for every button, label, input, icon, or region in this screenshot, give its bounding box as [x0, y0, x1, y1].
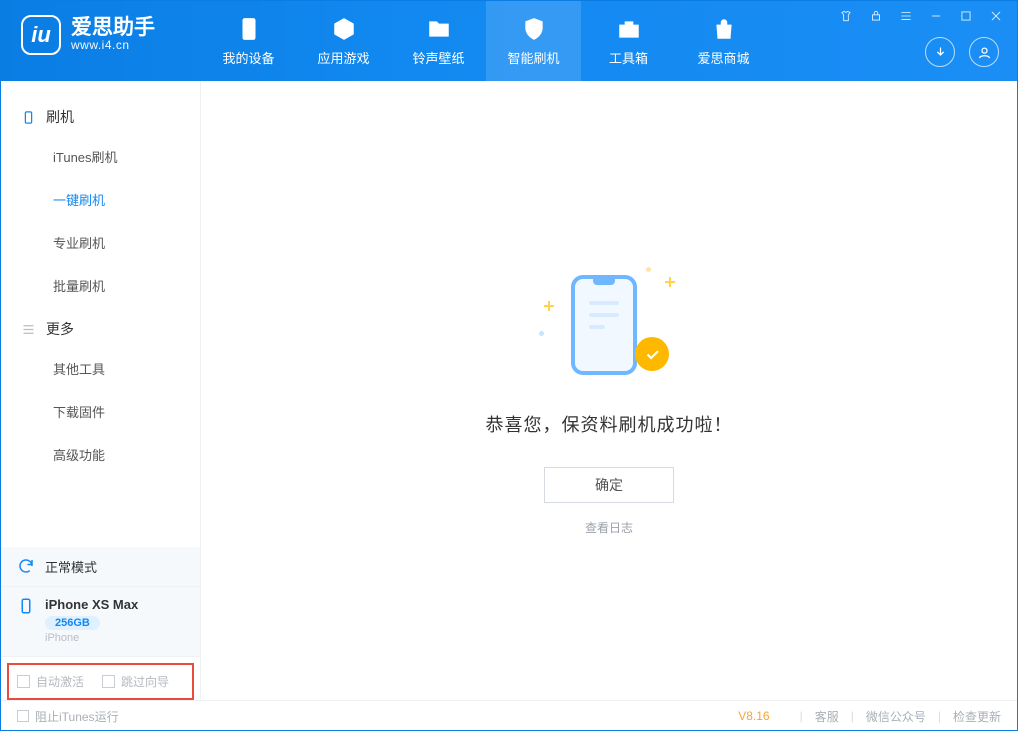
checkbox-icon — [17, 710, 29, 722]
minimize-icon[interactable] — [927, 7, 945, 25]
group-title: 刷机 — [46, 107, 74, 127]
main-tabs: 我的设备 应用游戏 铃声壁纸 智能刷机 工具箱 爱思商城 — [201, 1, 771, 81]
ok-button[interactable]: 确定 — [544, 467, 674, 503]
logo[interactable]: iu 爱思助手 www.i4.cn — [1, 1, 201, 55]
tab-label: 我的设备 — [222, 48, 274, 67]
checkbox-auto-activate[interactable]: 自动激活 — [17, 673, 84, 690]
version-label: V8.16 — [738, 709, 769, 723]
app-logo-icon: iu — [21, 15, 61, 55]
sidebar-item-advanced[interactable]: 高级功能 — [1, 433, 200, 476]
tab-label: 应用游戏 — [317, 48, 369, 67]
device-mode: 正常模式 — [45, 557, 188, 576]
phone-small-icon — [17, 597, 35, 615]
header-right-buttons — [925, 37, 999, 67]
sidebar-group-flash: 刷机 — [1, 95, 200, 135]
close-icon[interactable] — [987, 7, 1005, 25]
checkbox-icon — [17, 675, 30, 688]
bag-icon — [711, 16, 737, 42]
app-url: www.i4.cn — [71, 38, 155, 52]
cube-icon — [331, 16, 357, 42]
download-button[interactable] — [925, 37, 955, 67]
sidebar-item-one-click-flash[interactable]: 一键刷机 — [1, 178, 200, 221]
tab-label: 工具箱 — [609, 48, 648, 67]
group-title: 更多 — [46, 319, 74, 339]
device-name: iPhone XS Max — [45, 597, 188, 612]
options-row: 自动激活 跳过向导 — [7, 663, 194, 700]
checkbox-label: 跳过向导 — [121, 673, 169, 690]
footer: 阻止iTunes运行 V8.16 | 客服 | 微信公众号 | 检查更新 — [1, 700, 1017, 731]
sidebar-group-more: 更多 — [1, 307, 200, 347]
sidebar-item-download-firmware[interactable]: 下载固件 — [1, 390, 200, 433]
checkbox-block-itunes[interactable]: 阻止iTunes运行 — [17, 708, 119, 725]
device-mode-card[interactable]: 正常模式 — [1, 547, 200, 587]
phone-icon — [236, 16, 262, 42]
device-icon — [21, 110, 36, 125]
view-log-link[interactable]: 查看日志 — [585, 519, 633, 536]
support-link[interactable]: 客服 — [815, 708, 839, 725]
tab-label: 铃声壁纸 — [412, 48, 464, 67]
check-icon — [635, 337, 669, 371]
app-name: 爱思助手 — [71, 17, 155, 38]
tab-ringtones[interactable]: 铃声壁纸 — [391, 1, 486, 81]
check-update-link[interactable]: 检查更新 — [953, 708, 1001, 725]
checkbox-label: 自动激活 — [36, 673, 84, 690]
toolbox-icon — [616, 16, 642, 42]
checkbox-label: 阻止iTunes运行 — [35, 708, 119, 725]
checkbox-icon — [102, 675, 115, 688]
success-illustration — [549, 271, 669, 381]
checkbox-skip-guide[interactable]: 跳过向导 — [102, 673, 169, 690]
tab-store[interactable]: 爱思商城 — [676, 1, 771, 81]
refresh-icon — [17, 557, 35, 575]
lock-icon[interactable] — [867, 7, 885, 25]
sidebar-item-batch-flash[interactable]: 批量刷机 — [1, 264, 200, 307]
titlebar: iu 爱思助手 www.i4.cn 我的设备 应用游戏 铃声壁纸 智能刷机 工具… — [1, 1, 1017, 81]
storage-badge: 256GB — [45, 616, 100, 630]
tab-flash[interactable]: 智能刷机 — [486, 1, 581, 81]
main-content: 恭喜您，保资料刷机成功啦！ 确定 查看日志 — [201, 81, 1017, 700]
music-folder-icon — [426, 16, 452, 42]
user-button[interactable] — [969, 37, 999, 67]
list-icon — [21, 322, 36, 337]
tab-my-device[interactable]: 我的设备 — [201, 1, 296, 81]
tshirt-icon[interactable] — [837, 7, 855, 25]
sidebar-item-pro-flash[interactable]: 专业刷机 — [1, 221, 200, 264]
device-info-card[interactable]: iPhone XS Max 256GB iPhone — [1, 587, 200, 657]
tab-apps-games[interactable]: 应用游戏 — [296, 1, 391, 81]
device-type: iPhone — [45, 632, 188, 644]
sidebar-item-itunes-flash[interactable]: iTunes刷机 — [1, 135, 200, 178]
tab-label: 爱思商城 — [697, 48, 749, 67]
sidebar: 刷机 iTunes刷机 一键刷机 专业刷机 批量刷机 更多 其他工具 下载固件 … — [1, 81, 201, 700]
maximize-icon[interactable] — [957, 7, 975, 25]
window-controls — [837, 7, 1005, 25]
success-message: 恭喜您，保资料刷机成功啦！ — [486, 411, 733, 437]
tab-label: 智能刷机 — [507, 48, 559, 67]
tab-toolbox[interactable]: 工具箱 — [581, 1, 676, 81]
shield-icon — [521, 16, 547, 42]
menu-icon[interactable] — [897, 7, 915, 25]
sidebar-item-other-tools[interactable]: 其他工具 — [1, 347, 200, 390]
wechat-link[interactable]: 微信公众号 — [866, 708, 926, 725]
